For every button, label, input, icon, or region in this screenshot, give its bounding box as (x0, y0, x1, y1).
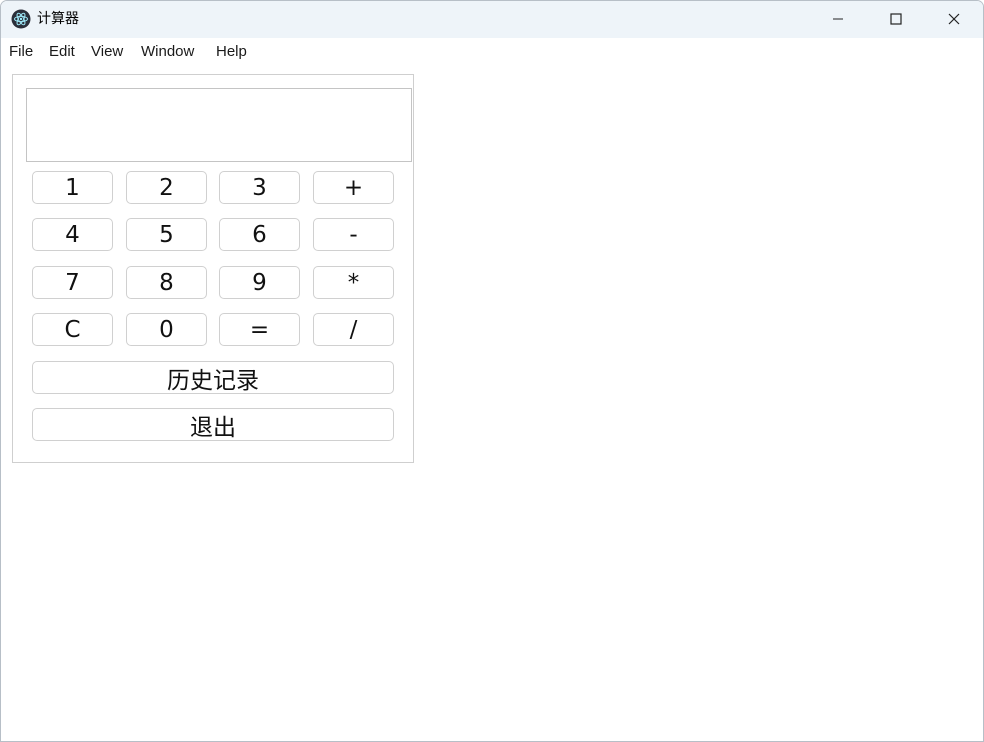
key-8[interactable]: 8 (126, 266, 207, 299)
menu-view[interactable]: View (91, 43, 123, 61)
title-bar[interactable]: 计算器 (1, 1, 983, 38)
key-7[interactable]: 7 (32, 266, 113, 299)
calculator-panel: 1 2 3 + 4 5 6 - 7 8 9 * C 0 = / 历史记录 退出 (12, 74, 414, 463)
maximize-icon (890, 10, 902, 29)
close-button[interactable] (925, 1, 983, 38)
key-2[interactable]: 2 (126, 171, 207, 204)
exit-button[interactable]: 退出 (32, 408, 394, 441)
key-0[interactable]: 0 (126, 313, 207, 346)
key-divide[interactable]: / (313, 313, 394, 346)
minimize-icon (832, 10, 844, 29)
key-3[interactable]: 3 (219, 171, 300, 204)
key-minus[interactable]: - (313, 218, 394, 251)
key-equals[interactable]: = (219, 313, 300, 346)
close-icon (948, 10, 960, 29)
key-6[interactable]: 6 (219, 218, 300, 251)
menu-bar: File Edit View Window Help (1, 38, 983, 66)
electron-atom-icon (11, 9, 31, 29)
maximize-button[interactable] (867, 1, 925, 38)
minimize-button[interactable] (809, 1, 867, 38)
key-9[interactable]: 9 (219, 266, 300, 299)
key-5[interactable]: 5 (126, 218, 207, 251)
key-plus[interactable]: + (313, 171, 394, 204)
key-4[interactable]: 4 (32, 218, 113, 251)
menu-window[interactable]: Window (141, 43, 194, 61)
menu-edit[interactable]: Edit (49, 43, 75, 61)
key-1[interactable]: 1 (32, 171, 113, 204)
app-window: 计算器 File Edit View Window Help 1 2 3 + 4… (0, 0, 984, 742)
history-button[interactable]: 历史记录 (32, 361, 394, 394)
key-multiply[interactable]: * (313, 266, 394, 299)
window-title: 计算器 (37, 11, 79, 27)
menu-help[interactable]: Help (216, 43, 247, 61)
menu-file[interactable]: File (9, 43, 33, 61)
key-clear[interactable]: C (32, 313, 113, 346)
calculator-display[interactable] (26, 88, 412, 162)
